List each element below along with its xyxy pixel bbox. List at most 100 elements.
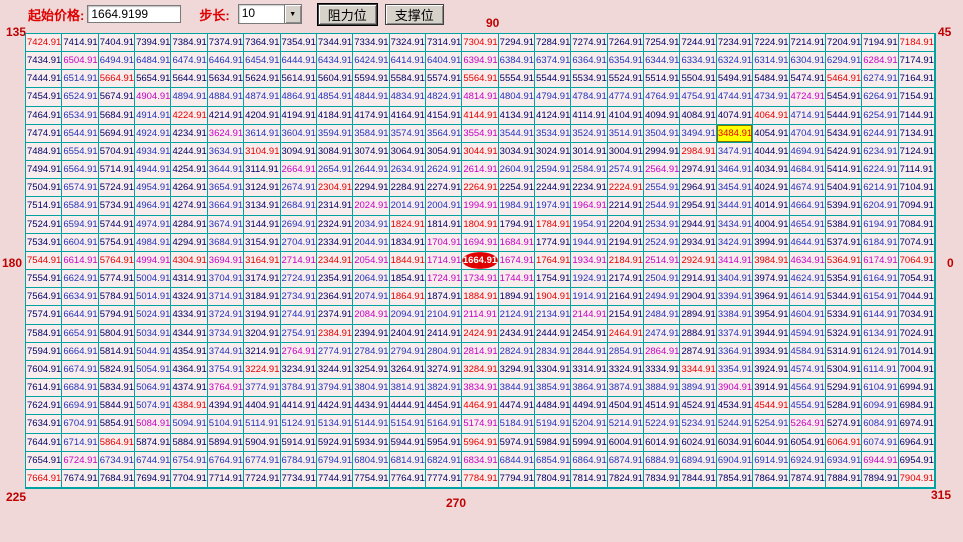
grid-cell[interactable]: 6334.91 (680, 52, 716, 70)
grid-cell[interactable]: 3654.91 (208, 179, 244, 197)
grid-cell[interactable]: 7654.91 (26, 452, 62, 470)
grid-cell[interactable]: 6724.91 (62, 452, 98, 470)
grid-cell[interactable]: 3604.91 (281, 125, 317, 143)
grid-cell[interactable]: 3334.91 (644, 361, 680, 379)
grid-cell[interactable]: 3034.91 (499, 143, 535, 161)
grid-cell[interactable]: 1714.91 (426, 252, 462, 270)
grid-cell[interactable]: 2134.91 (535, 306, 571, 324)
grid-cell[interactable]: 3184.91 (244, 288, 280, 306)
grid-cell[interactable]: 2694.91 (281, 216, 317, 234)
grid-cell[interactable]: 3874.91 (608, 379, 644, 397)
grid-cell[interactable]: 6554.91 (62, 143, 98, 161)
grid-cell[interactable]: 6944.91 (862, 452, 898, 470)
grid-cell[interactable]: 4384.91 (171, 397, 207, 415)
grid-cell[interactable]: 4454.91 (426, 397, 462, 415)
grid-cell[interactable]: 3504.91 (644, 125, 680, 143)
grid-cell[interactable]: 4134.91 (499, 107, 535, 125)
grid-cell[interactable]: 6854.91 (535, 452, 571, 470)
grid-cell[interactable]: 4194.91 (281, 107, 317, 125)
grid-cell[interactable]: 5374.91 (826, 234, 862, 252)
grid-cell[interactable]: 5724.91 (99, 179, 135, 197)
grid-cell[interactable]: 5974.91 (499, 434, 535, 452)
grid-cell[interactable]: 6304.91 (790, 52, 826, 70)
grid-cell[interactable]: 5524.91 (608, 70, 644, 88)
grid-cell[interactable]: 4944.91 (135, 161, 171, 179)
grid-cell[interactable]: 4084.91 (680, 107, 716, 125)
grid-cell[interactable]: 7004.91 (899, 361, 935, 379)
grid-cell[interactable]: 6834.91 (462, 452, 498, 470)
grid-cell[interactable]: 5144.91 (353, 415, 389, 433)
grid-cell[interactable]: 6864.91 (571, 452, 607, 470)
grid-cell[interactable]: 7304.91 (462, 34, 498, 52)
grid-cell[interactable]: 3674.91 (208, 216, 244, 234)
grid-cell[interactable]: 6984.91 (899, 397, 935, 415)
grid-cell[interactable]: 2114.91 (462, 306, 498, 324)
grid-cell[interactable]: 7234.91 (717, 34, 753, 52)
grid-cell[interactable]: 6694.91 (62, 397, 98, 415)
grid-cell[interactable]: 6314.91 (753, 52, 789, 70)
grid-cell[interactable]: 2544.91 (644, 197, 680, 215)
grid-cell[interactable]: 6804.91 (353, 452, 389, 470)
grid-cell[interactable]: 2254.91 (499, 179, 535, 197)
grid-cell[interactable]: 7594.91 (26, 343, 62, 361)
grid-cell[interactable]: 2654.91 (317, 161, 353, 179)
grid-cell[interactable]: 5504.91 (680, 70, 716, 88)
grid-cell[interactable]: 2904.91 (680, 288, 716, 306)
grid-cell[interactable]: 3754.91 (208, 361, 244, 379)
grid-cell[interactable]: 2944.91 (680, 216, 716, 234)
grid-cell[interactable]: 5574.91 (426, 70, 462, 88)
grid-cell[interactable]: 6224.91 (862, 161, 898, 179)
grid-cell[interactable]: 7414.91 (62, 34, 98, 52)
grid-cell[interactable]: 5654.91 (135, 70, 171, 88)
grid-cell[interactable]: 3074.91 (353, 143, 389, 161)
grid-cell[interactable]: 4734.91 (753, 88, 789, 106)
grid-cell[interactable]: 2164.91 (608, 288, 644, 306)
grid-cell[interactable]: 2024.91 (353, 197, 389, 215)
grid-cell[interactable]: 5004.91 (135, 270, 171, 288)
grid-cell[interactable]: 6274.91 (862, 70, 898, 88)
grid-cell[interactable]: 3104.91 (244, 143, 280, 161)
grid-cell[interactable]: 4074.91 (717, 107, 753, 125)
grid-cell[interactable]: 4794.91 (535, 88, 571, 106)
grid-cell[interactable]: 3974.91 (753, 270, 789, 288)
grid-cell[interactable]: 7754.91 (353, 470, 389, 488)
grid-cell[interactable]: 2574.91 (608, 161, 644, 179)
grid-cell[interactable]: 6884.91 (644, 452, 680, 470)
grid-cell[interactable]: 7484.91 (26, 143, 62, 161)
grid-cell[interactable]: 5684.91 (99, 107, 135, 125)
grid-cell[interactable]: 2984.91 (680, 143, 716, 161)
grid-cell[interactable]: 6594.91 (62, 216, 98, 234)
grid-cell[interactable]: 6154.91 (862, 288, 898, 306)
grid-cell[interactable]: 5894.91 (208, 434, 244, 452)
grid-cell[interactable]: 5964.91 (462, 434, 498, 452)
grid-cell[interactable]: 2624.91 (426, 161, 462, 179)
grid-cell[interactable]: 2044.91 (353, 234, 389, 252)
grid-cell[interactable]: 7614.91 (26, 379, 62, 397)
grid-cell[interactable]: 6874.91 (608, 452, 644, 470)
grid-cell[interactable]: 1874.91 (426, 288, 462, 306)
grid-cell[interactable]: 6364.91 (571, 52, 607, 70)
grid-cell[interactable]: 7904.91 (899, 470, 935, 488)
grid-cell[interactable]: 6344.91 (644, 52, 680, 70)
grid-cell[interactable]: 4814.91 (462, 88, 498, 106)
grid-cell[interactable]: 7884.91 (826, 470, 862, 488)
grid-cell[interactable]: 5804.91 (99, 325, 135, 343)
grid-cell[interactable]: 7504.91 (26, 179, 62, 197)
grid-cell[interactable]: 5094.91 (171, 415, 207, 433)
grid-cell[interactable]: 5984.91 (535, 434, 571, 452)
grid-cell[interactable]: 7204.91 (826, 34, 862, 52)
grid-cell[interactable]: 1744.91 (499, 270, 535, 288)
grid-cell[interactable]: 5234.91 (680, 415, 716, 433)
grid-cell[interactable]: 2674.91 (281, 179, 317, 197)
grid-cell[interactable]: 2184.91 (608, 252, 644, 270)
grid-cell[interactable]: 5484.91 (753, 70, 789, 88)
grid-cell[interactable]: 3174.91 (244, 270, 280, 288)
grid-cell[interactable]: 4914.91 (135, 107, 171, 125)
grid-cell[interactable]: 7774.91 (426, 470, 462, 488)
grid-cell[interactable]: 5224.91 (644, 415, 680, 433)
grid-cell[interactable]: 5664.91 (99, 70, 135, 88)
grid-cell[interactable]: 3894.91 (680, 379, 716, 397)
grid-cell[interactable]: 6714.91 (62, 434, 98, 452)
grid-cell[interactable]: 6784.91 (281, 452, 317, 470)
grid-cell[interactable]: 7844.91 (680, 470, 716, 488)
